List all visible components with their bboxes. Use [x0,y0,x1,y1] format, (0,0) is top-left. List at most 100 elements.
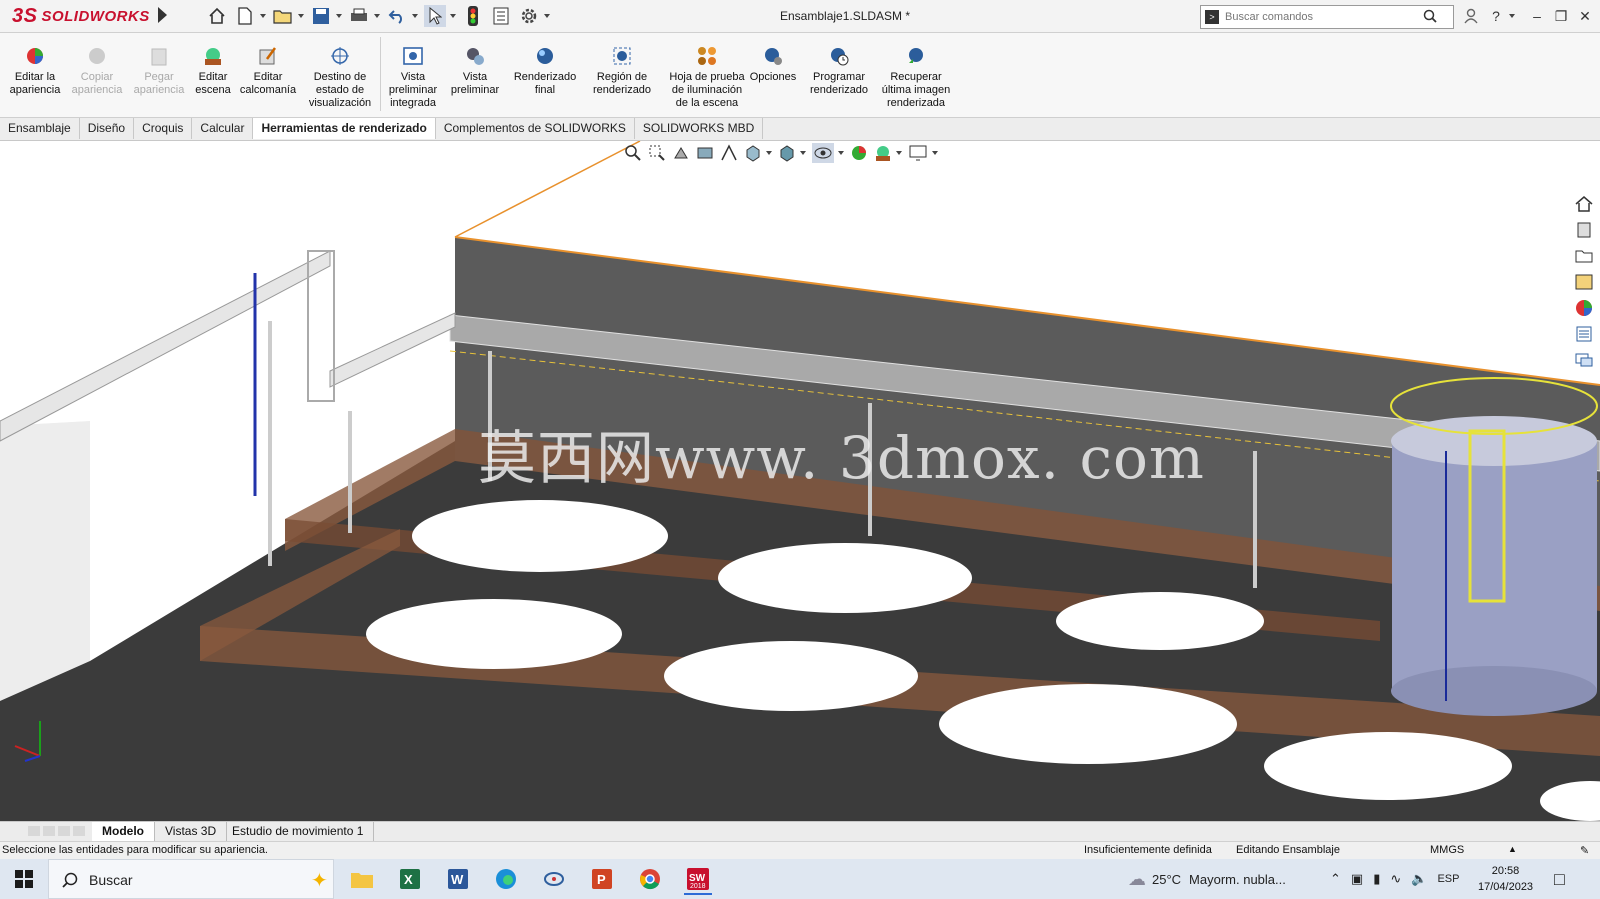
solidworks-taskbar-icon[interactable]: SW 2018 [684,865,712,895]
minimize-icon[interactable]: – [1526,5,1548,27]
search-icon[interactable] [1423,9,1437,26]
menu-expand-arrow-icon[interactable] [158,7,167,23]
circular-pad-5[interactable] [664,641,918,711]
windows-start-icon[interactable] [14,869,34,889]
close-icon[interactable]: ✕ [1574,5,1596,27]
view-palette-icon[interactable] [1574,272,1594,292]
solidworks-forum-icon[interactable] [1574,350,1594,370]
circular-pad-6[interactable] [939,684,1237,764]
chrome-icon[interactable] [636,865,664,893]
section-view-icon[interactable] [696,144,714,162]
design-library-icon[interactable] [1574,220,1594,240]
hide-show-items-icon[interactable] [812,143,834,163]
recall-last-render-button[interactable]: Recuperar última imagen renderizada [876,37,956,110]
open-folder-icon[interactable] [272,5,294,27]
restore-icon[interactable]: ❐ [1550,5,1572,27]
units-selector[interactable]: MMGS [1430,844,1464,856]
open-dropdown-icon[interactable] [298,14,304,18]
edit-appearance-button[interactable]: Editar la apariencia [4,37,66,97]
tab-scroll-arrows[interactable] [28,826,85,836]
tab-calcular[interactable]: Calcular [192,118,254,139]
apply-scene-dropdown-icon[interactable] [896,151,902,155]
appearances-scenes-decals-icon[interactable] [1574,298,1594,318]
settings-dropdown-icon[interactable] [544,14,550,18]
cable-tray-upper[interactable] [0,250,331,442]
print-icon[interactable] [348,5,370,27]
new-dropdown-icon[interactable] [260,14,266,18]
command-search[interactable]: > Buscar comandos [1200,5,1454,29]
display-style-dropdown-icon[interactable] [800,151,806,155]
solidworks-logo[interactable]: 3S SOLIDWORKS [12,3,150,29]
view-settings-dropdown-icon[interactable] [932,151,938,155]
units-up-arrow-icon[interactable]: ▲ [1508,844,1517,854]
notifications-icon[interactable]: □ [1554,859,1565,899]
print-dropdown-icon[interactable] [374,14,380,18]
zoom-to-fit-icon[interactable] [624,144,642,162]
circular-pad-2[interactable] [718,543,972,613]
view-settings-monitor-icon[interactable] [908,144,928,162]
options-button[interactable]: Opciones [746,37,800,84]
graphics-viewport[interactable]: 莫西网www. 3dmox. com ◀ ▶ – ❐ ✕ [0,141,1600,821]
circular-pad-3[interactable] [1056,592,1264,650]
solidworks-resources-icon[interactable] [1574,194,1594,214]
system-clock[interactable]: 20:58 17/04/2023 [1478,863,1533,895]
status-tooltip-icon[interactable]: ✎ [1580,844,1589,857]
save-dropdown-icon[interactable] [336,14,342,18]
render-region-button[interactable]: Región de renderizado [586,37,658,97]
select-dropdown-icon[interactable] [450,14,456,18]
tab-3d-views[interactable]: Vistas 3D [155,822,228,841]
final-render-button[interactable]: Renderizado final [508,37,582,97]
app-icon[interactable] [540,865,568,893]
circular-pad-1[interactable] [412,500,668,572]
select-pointer-icon[interactable] [424,5,446,27]
tab-render-tools[interactable]: Herramientas de renderizado [253,118,436,139]
home-icon[interactable] [206,5,228,27]
edit-appearance-hud-icon[interactable] [850,144,868,162]
circular-pad-7[interactable] [1264,732,1512,800]
previous-view-icon[interactable] [672,144,690,162]
hide-show-dropdown-icon[interactable] [838,151,844,155]
edge-icon[interactable] [492,865,520,893]
zoom-to-area-icon[interactable] [648,144,666,162]
copy-appearance-button[interactable]: Copiar apariencia [66,37,128,97]
circular-pad-4[interactable] [366,599,622,669]
apply-scene-icon[interactable] [874,144,892,162]
excel-icon[interactable]: X [396,865,424,893]
edit-decal-button[interactable]: Editar calcomanía [236,37,300,97]
word-icon[interactable]: W [444,865,472,893]
battery-icon[interactable]: ▮ [1373,871,1380,887]
tab-model[interactable]: Modelo [92,822,155,841]
taskbar-search-box[interactable]: Buscar ✦ [48,859,334,899]
traffic-light-icon[interactable] [462,5,484,27]
tab-solidworks-mbd[interactable]: SOLIDWORKS MBD [635,118,764,139]
custom-properties-icon[interactable] [1574,324,1594,344]
cable-tray-link[interactable] [329,312,456,388]
settings-gear-icon[interactable] [518,5,540,27]
storage-tank-top[interactable] [1391,416,1597,466]
undo-dropdown-icon[interactable] [412,14,418,18]
dynamic-annotation-icon[interactable] [720,144,738,162]
file-explorer-pane-icon[interactable] [1574,246,1594,266]
wifi-icon[interactable]: ∿ [1390,871,1401,887]
new-document-icon[interactable] [234,5,256,27]
powerpoint-icon[interactable]: P [588,865,616,893]
view-orientation-icon[interactable] [744,144,762,162]
tab-croquis[interactable]: Croquis [134,118,193,139]
language-indicator[interactable]: ESP [1437,873,1459,885]
file-properties-icon[interactable] [490,5,512,27]
weather-widget[interactable]: ☁ 25°C Mayorm. nubla... [1128,859,1286,899]
volume-icon[interactable]: 🔈 [1411,871,1427,887]
paste-appearance-button[interactable]: Pegar apariencia [128,37,190,97]
preview-window-button[interactable]: Vista preliminar [446,37,504,97]
search-input[interactable]: Buscar comandos [1225,11,1423,23]
save-icon[interactable] [310,5,332,27]
file-explorer-icon[interactable] [348,865,376,893]
schedule-render-button[interactable]: Programar renderizado [804,37,874,97]
storage-tank-body[interactable] [1392,441,1597,691]
view-orientation-dropdown-icon[interactable] [766,151,772,155]
display-style-icon[interactable] [778,144,796,162]
user-icon[interactable] [1460,5,1482,27]
tray-overflow-chevron-icon[interactable]: ⌃ [1330,871,1341,887]
help-dropdown-icon[interactable] [1502,5,1524,27]
tab-diseno[interactable]: Diseño [80,118,135,139]
